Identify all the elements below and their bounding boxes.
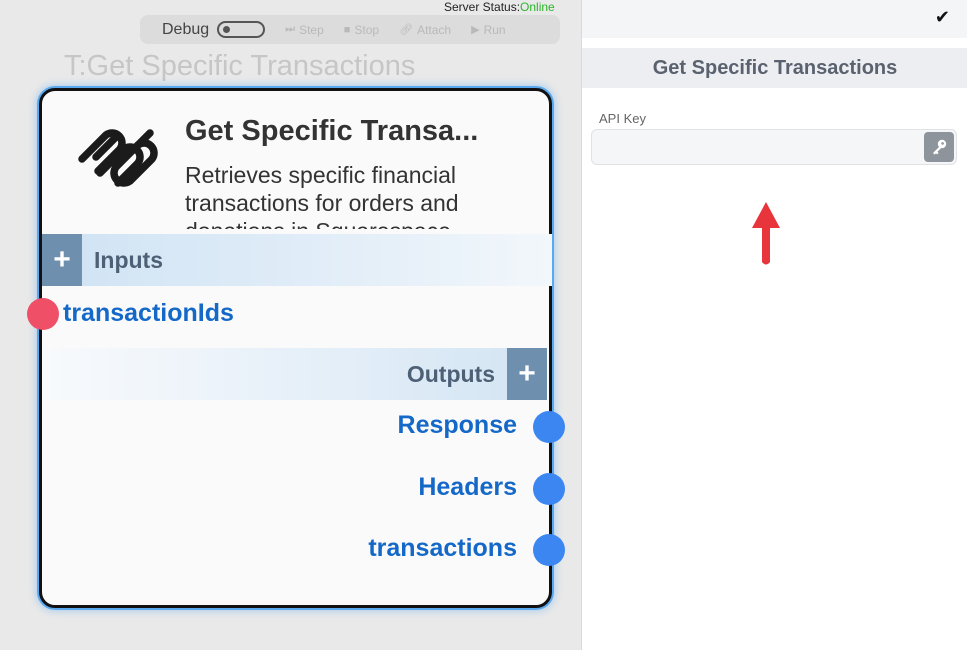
stop-icon: ■ xyxy=(343,23,351,36)
input-connector-transactionids[interactable] xyxy=(27,298,59,330)
key-button[interactable] xyxy=(924,132,954,162)
squarespace-logo xyxy=(78,129,158,187)
inputs-label: Inputs xyxy=(94,246,163,273)
input-port-transactionids[interactable]: transactionIds xyxy=(63,299,234,328)
run-button[interactable]: ▶ Run xyxy=(471,23,505,37)
plus-icon: + xyxy=(518,357,536,390)
properties-panel: ✔ Get Specific Transactions API Key xyxy=(581,0,967,650)
run-label: Run xyxy=(483,22,506,37)
stop-button[interactable]: ■ Stop xyxy=(344,23,379,37)
outputs-label: Outputs xyxy=(406,360,495,387)
inputs-header: + Inputs xyxy=(42,234,552,286)
step-icon: ⏭ xyxy=(285,23,296,35)
output-port-headers[interactable]: Headers xyxy=(418,473,517,502)
server-status-value: Online xyxy=(520,0,555,14)
api-key-input[interactable] xyxy=(591,129,957,165)
server-status-label: Server Status: xyxy=(444,0,521,14)
output-connector-transactions[interactable] xyxy=(533,534,565,566)
panel-title-bar: Get Specific Transactions xyxy=(582,48,967,88)
plus-icon: + xyxy=(53,243,71,276)
node-description: Retrieves specific financial transaction… xyxy=(185,162,459,229)
outputs-header: Outputs + xyxy=(42,348,547,400)
key-icon xyxy=(933,139,947,155)
node-card[interactable]: Get Specific Transa... Retrieves specifi… xyxy=(39,88,552,608)
step-label: Step xyxy=(299,22,324,37)
output-connector-headers[interactable] xyxy=(533,473,565,505)
debug-label: Debug xyxy=(162,20,210,38)
step-button[interactable]: ⏭ Step xyxy=(285,23,324,37)
canvas-node-title: T:Get Specific Transactions xyxy=(64,50,416,82)
server-status: Server Status:Online xyxy=(444,0,555,14)
api-key-label: API Key xyxy=(599,111,646,126)
panel-title: Get Specific Transactions xyxy=(652,56,898,79)
add-output-button[interactable]: + xyxy=(507,348,547,400)
output-connector-response[interactable] xyxy=(533,411,565,443)
attach-button[interactable]: 🔗︎ Attach xyxy=(399,23,451,37)
debug-toggle[interactable] xyxy=(217,21,266,38)
output-port-response[interactable]: Response xyxy=(398,411,517,440)
panel-top-bar: ✔ xyxy=(582,0,967,38)
check-icon[interactable]: ✔ xyxy=(935,7,950,28)
annotation-arrow-icon xyxy=(752,202,780,265)
debug-toolbar: Debug ⏭ Step ■ Stop 🔗︎ Attach ▶ Run xyxy=(140,15,560,44)
play-icon: ▶ xyxy=(471,24,480,36)
node-name: Get Specific Transa... xyxy=(185,115,479,147)
link-icon: 🔗︎ xyxy=(399,24,414,36)
stop-label: Stop xyxy=(354,22,380,37)
toggle-knob xyxy=(223,26,231,33)
attach-label: Attach xyxy=(417,22,452,37)
workflow-canvas[interactable]: Server Status:Online Debug ⏭ Step ■ Stop 🔗… xyxy=(0,0,581,650)
output-port-transactions[interactable]: transactions xyxy=(368,534,517,563)
add-input-button[interactable]: + xyxy=(42,234,82,286)
